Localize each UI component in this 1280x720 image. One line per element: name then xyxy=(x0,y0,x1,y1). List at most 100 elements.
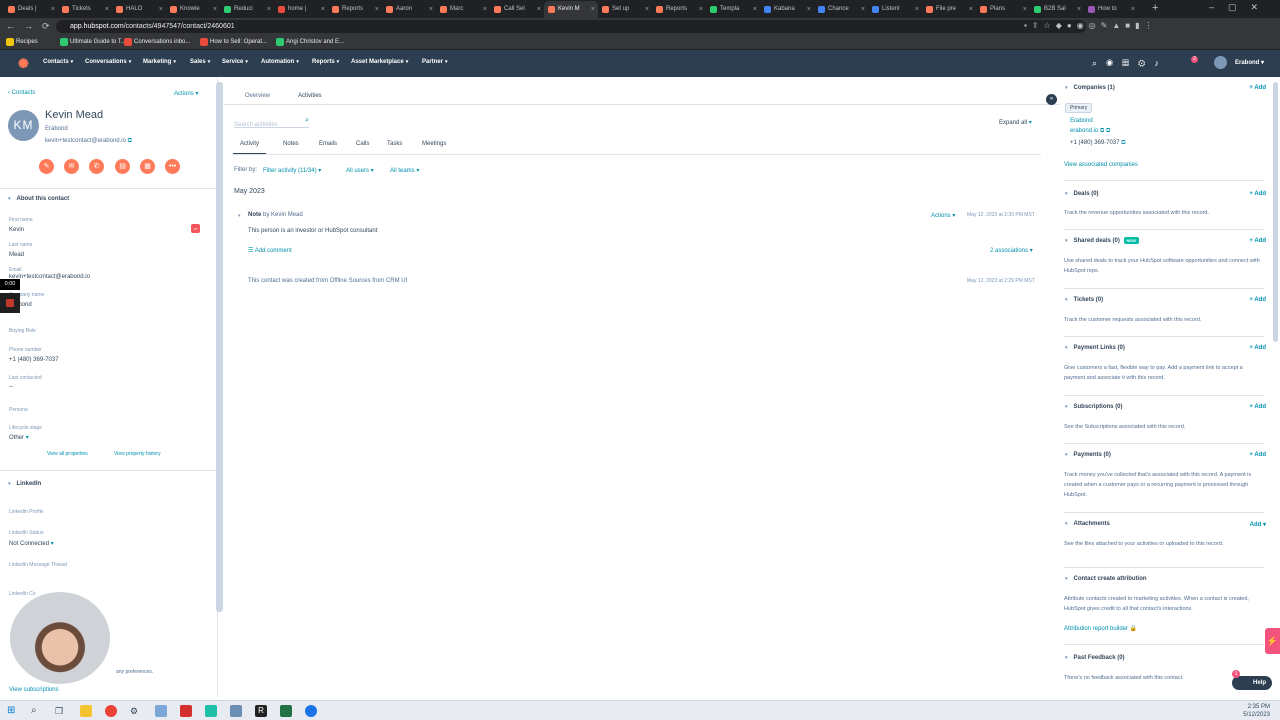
nav-marketing[interactable]: Marketing ▾ xyxy=(143,59,176,65)
contact-name[interactable]: Kevin Mead xyxy=(45,109,103,121)
hubspot-logo-icon[interactable]: ✺ xyxy=(18,57,31,70)
phone-value[interactable]: +1 (480) 369-7037 xyxy=(9,357,59,363)
companies-section-toggle[interactable]: ▾ Companies (1) xyxy=(1065,85,1115,91)
filter-activity-dropdown[interactable]: Filter activity (11/34) ▾ xyxy=(263,167,321,174)
close-tab-icon[interactable]: × xyxy=(483,1,487,18)
add-payment-link-button[interactable]: + Add xyxy=(1249,345,1266,351)
bookmark-item[interactable]: Recipes xyxy=(6,37,38,47)
expand-all-button[interactable]: Expand all ▾ xyxy=(999,119,1032,126)
close-tab-icon[interactable]: × xyxy=(807,1,811,18)
feedback-section-toggle[interactable]: ▾ Past Feedback (0) xyxy=(1065,655,1125,661)
close-tab-icon[interactable]: × xyxy=(213,1,217,18)
browser-tab[interactable]: Aaron × xyxy=(382,1,436,18)
task-icon[interactable]: ▤ xyxy=(115,159,130,174)
nav-service[interactable]: Service ▾ xyxy=(222,59,248,65)
browser-tab[interactable]: Tickets × xyxy=(58,1,112,18)
tab-activities[interactable]: Activities xyxy=(298,93,322,99)
account-name[interactable]: Erabond ▾ xyxy=(1235,59,1264,66)
app-icon[interactable] xyxy=(305,705,317,717)
right-scrollbar[interactable] xyxy=(1273,82,1278,342)
window-controls[interactable]: –▢✕ xyxy=(1209,2,1272,13)
subtab-meetings[interactable]: Meetings xyxy=(422,141,446,147)
lightning-icon[interactable]: ⚡ xyxy=(1265,628,1280,654)
about-section-toggle[interactable]: ▾ About this contact xyxy=(8,196,69,202)
meeting-icon[interactable]: ▦ xyxy=(140,159,155,174)
record-stop-button[interactable] xyxy=(0,293,20,313)
nav-conversations[interactable]: Conversations ▾ xyxy=(85,59,131,65)
subtab-emails[interactable]: Emails xyxy=(319,141,337,147)
browser-tab[interactable]: Set up × xyxy=(598,1,652,18)
chevron-down-icon[interactable]: ▾ xyxy=(238,213,241,219)
subscriptions-section-toggle[interactable]: ▾ Subscriptions (0) xyxy=(1065,404,1123,410)
help-button[interactable]: Help xyxy=(1232,676,1272,690)
attachments-section-toggle[interactable]: ▾ Attachments xyxy=(1065,521,1110,527)
all-users-dropdown[interactable]: All users ▾ xyxy=(346,167,374,174)
file-explorer-icon[interactable] xyxy=(80,705,92,717)
browser-tab[interactable]: home | × xyxy=(274,1,328,18)
subtab-tasks[interactable]: Tasks xyxy=(387,141,402,147)
close-tab-icon[interactable]: × xyxy=(699,1,703,18)
note-actions-dropdown[interactable]: Actions ▾ xyxy=(931,212,955,219)
browser-tab[interactable]: Reduci × xyxy=(220,1,274,18)
associations-dropdown[interactable]: 2 associations ▾ xyxy=(990,247,1033,254)
browser-tab[interactable]: Kevin M × xyxy=(544,1,598,18)
r-app-icon[interactable]: R xyxy=(255,705,267,717)
bookmark-item[interactable]: Angi Christov and E... xyxy=(276,37,344,47)
close-tab-icon[interactable]: × xyxy=(537,1,541,18)
browser-tab[interactable]: Plans × xyxy=(976,1,1030,18)
nav-asset-marketplace[interactable]: Asset Marketplace ▾ xyxy=(351,59,408,65)
close-tab-icon[interactable]: × xyxy=(51,1,55,18)
note-icon[interactable]: ✎ xyxy=(39,159,54,174)
view-all-properties-link[interactable]: View all properties xyxy=(47,451,88,457)
browser-tab[interactable]: ListenI × xyxy=(868,1,922,18)
nav-partner[interactable]: Partner ▾ xyxy=(422,59,448,65)
url-field[interactable]: app.hubspot.com/contacts/4947547/contact… xyxy=(56,20,1086,33)
view-associated-companies-link[interactable]: View associated companies xyxy=(1064,162,1138,168)
close-tab-icon[interactable]: × xyxy=(1023,1,1027,18)
collapse-panel-icon[interactable]: » xyxy=(1046,94,1057,105)
company-domain-link[interactable]: erabond.io ⧉ ⧉ xyxy=(1070,128,1110,135)
browser-tab[interactable]: Templa × xyxy=(706,1,760,18)
email-icon[interactable]: ✉ xyxy=(64,159,79,174)
close-tab-icon[interactable]: × xyxy=(1077,1,1081,18)
add-ticket-button[interactable]: + Add xyxy=(1249,297,1266,303)
view-property-history-link[interactable]: View property history xyxy=(114,451,161,457)
call-icon[interactable]: ✆ xyxy=(89,159,104,174)
add-attachment-dropdown[interactable]: Add ▾ xyxy=(1250,521,1266,528)
search-icon[interactable]: ⌕ xyxy=(305,117,309,125)
bookmark-item[interactable]: Conversations inbo... xyxy=(124,37,190,47)
search-icon[interactable]: ⌕ xyxy=(31,705,43,717)
deals-section-toggle[interactable]: ▾ Deals (0) xyxy=(1065,191,1099,197)
task-view-icon[interactable]: ❐ xyxy=(55,705,67,717)
close-tab-icon[interactable]: × xyxy=(375,1,379,18)
app-icon[interactable] xyxy=(230,705,242,717)
settings-icon[interactable]: ⚙ xyxy=(130,705,142,717)
taskbar-clock[interactable]: 2:35 PM 5/12/2023 xyxy=(1243,703,1270,719)
nav-reports[interactable]: Reports ▾ xyxy=(312,59,339,65)
close-tab-icon[interactable]: × xyxy=(753,1,757,18)
browser-tab[interactable]: Reports × xyxy=(328,1,382,18)
payment-links-section-toggle[interactable]: ▾ Payment Links (0) xyxy=(1065,345,1125,351)
app-icon[interactable] xyxy=(155,705,167,717)
first-name-value[interactable]: Kevin xyxy=(9,227,24,233)
attribution-section-toggle[interactable]: ▾ Contact create attribution xyxy=(1065,576,1147,582)
close-tab-icon[interactable]: × xyxy=(1131,1,1135,18)
nav-automation[interactable]: Automation ▾ xyxy=(261,59,299,65)
company-name-link[interactable]: Erabond xyxy=(1070,118,1093,124)
browser-tab[interactable]: Kabana × xyxy=(760,1,814,18)
app-icon[interactable] xyxy=(205,705,217,717)
tickets-section-toggle[interactable]: ▾ Tickets (0) xyxy=(1065,297,1103,303)
contact-email[interactable]: kevin+testcontact@erabond.io ⧉ xyxy=(45,138,132,145)
browser-tab[interactable]: How to × xyxy=(1084,1,1138,18)
left-scrollbar[interactable] xyxy=(216,82,223,612)
close-tab-icon[interactable]: × xyxy=(321,1,325,18)
close-tab-icon[interactable]: × xyxy=(105,1,109,18)
subtab-notes[interactable]: Notes xyxy=(283,141,299,147)
browser-tab[interactable]: Deals | × xyxy=(4,1,58,18)
close-tab-icon[interactable]: × xyxy=(969,1,973,18)
acrobat-icon[interactable] xyxy=(180,705,192,717)
browser-tab[interactable]: Knowle × xyxy=(166,1,220,18)
browser-tab[interactable]: HALO × xyxy=(112,1,166,18)
all-teams-dropdown[interactable]: All teams ▾ xyxy=(390,167,419,174)
actions-dropdown[interactable]: Actions ▾ xyxy=(174,90,198,97)
